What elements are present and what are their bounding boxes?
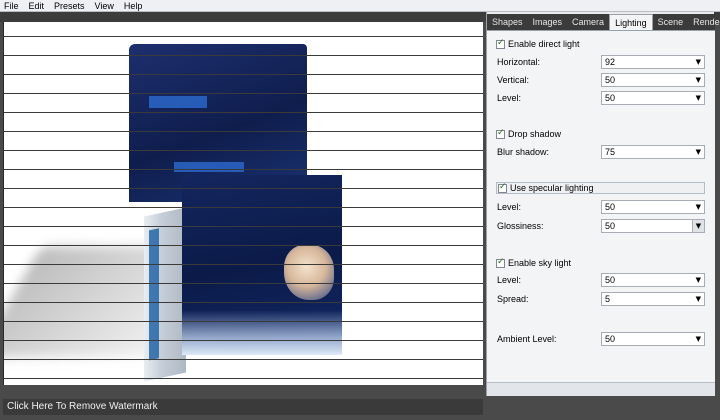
canvas-stripe-line bbox=[4, 36, 483, 37]
panel-tabs: Shapes Images Camera Lighting Scene Rend… bbox=[487, 14, 720, 30]
canvas-bottom-strip bbox=[0, 385, 486, 399]
menu-view[interactable]: View bbox=[95, 0, 114, 12]
dropdown-arrow-icon: ▼ bbox=[695, 94, 701, 102]
checkbox-check-icon bbox=[498, 182, 507, 193]
glossiness-value: 50 bbox=[605, 221, 616, 231]
render-canvas[interactable] bbox=[3, 22, 483, 385]
canvas-stripe-line bbox=[4, 74, 483, 75]
canvas-stripe-line bbox=[4, 321, 483, 322]
canvas-stripe-line bbox=[4, 93, 483, 94]
ambient-level-select[interactable]: 50 ▼ bbox=[601, 332, 705, 346]
vertical-value: 50 bbox=[605, 75, 616, 85]
canvas-stripe-line bbox=[4, 378, 483, 379]
canvas-stripe-line bbox=[4, 283, 483, 284]
horizontal-label: Horizontal: bbox=[497, 57, 541, 67]
specular-level-select[interactable]: 50 ▼ bbox=[601, 200, 705, 214]
canvas-stripe-line bbox=[4, 302, 483, 303]
canvas-stripe-line bbox=[4, 112, 483, 113]
glossiness-select[interactable]: 50 ▼ bbox=[601, 219, 705, 233]
dropdown-arrow-icon: ▼ bbox=[692, 220, 704, 232]
checkbox-check-icon bbox=[496, 257, 505, 268]
menu-edit[interactable]: Edit bbox=[29, 0, 45, 12]
horizontal-value: 92 bbox=[605, 57, 616, 67]
tab-render[interactable]: Render bbox=[688, 14, 720, 30]
canvas-stripe-line bbox=[4, 150, 483, 151]
menu-presets[interactable]: Presets bbox=[54, 0, 85, 12]
drop-shadow-checkbox[interactable]: Drop shadow bbox=[496, 128, 562, 139]
specular-level-label: Level: bbox=[497, 202, 522, 212]
checkbox-check-icon bbox=[496, 128, 505, 139]
tab-images[interactable]: Images bbox=[528, 14, 568, 30]
sky-level-value: 50 bbox=[605, 275, 616, 285]
canvas-stripe-line bbox=[4, 359, 483, 360]
blur-shadow-value: 75 bbox=[605, 147, 616, 157]
dropdown-arrow-icon: ▼ bbox=[695, 76, 701, 84]
canvas-stripe-line bbox=[4, 55, 483, 56]
direct-level-label: Level: bbox=[497, 93, 522, 103]
box-label-streak bbox=[174, 162, 244, 172]
direct-light-checkbox[interactable]: Enable direct light bbox=[496, 38, 580, 49]
tab-camera[interactable]: Camera bbox=[567, 14, 609, 30]
sky-light-checkbox[interactable]: Enable sky light bbox=[496, 257, 572, 268]
tab-scene[interactable]: Scene bbox=[653, 14, 689, 30]
glossiness-label: Glossiness: bbox=[497, 221, 544, 231]
menu-bar: File Edit Presets View Help bbox=[0, 0, 720, 12]
horizontal-select[interactable]: 92 ▼ bbox=[601, 55, 705, 69]
box-label-streak bbox=[149, 96, 207, 108]
dropdown-arrow-icon: ▼ bbox=[695, 58, 701, 66]
menu-file[interactable]: File bbox=[4, 0, 19, 12]
canvas-stripe-line bbox=[4, 188, 483, 189]
canvas-stripe-line bbox=[4, 340, 483, 341]
lighting-tab-body: Enable direct light Horizontal: 92 ▼ Ver… bbox=[487, 30, 715, 396]
canvas-stripe-line bbox=[4, 169, 483, 170]
blur-shadow-label: Blur shadow: bbox=[497, 147, 550, 157]
sky-level-label: Level: bbox=[497, 275, 522, 285]
tab-lighting[interactable]: Lighting bbox=[609, 14, 653, 30]
sky-level-select[interactable]: 50 ▼ bbox=[601, 273, 705, 287]
box-side-panel bbox=[144, 207, 186, 382]
blur-shadow-select[interactable]: 75 ▼ bbox=[601, 145, 705, 159]
specular-level-value: 50 bbox=[605, 202, 616, 212]
settings-panel: Shapes Images Camera Lighting Scene Rend… bbox=[486, 12, 720, 396]
canvas-stripe-line bbox=[4, 131, 483, 132]
canvas-stripe-line bbox=[4, 264, 483, 265]
dropdown-arrow-icon: ▼ bbox=[695, 335, 701, 343]
vertical-select[interactable]: 50 ▼ bbox=[601, 73, 705, 87]
vertical-label: Vertical: bbox=[497, 75, 530, 85]
box-foam-graphic bbox=[182, 310, 342, 355]
spread-label: Spread: bbox=[497, 294, 529, 304]
direct-level-select[interactable]: 50 ▼ bbox=[601, 91, 705, 105]
panel-footer bbox=[487, 382, 715, 396]
ambient-level-value: 50 bbox=[605, 334, 616, 344]
spread-select[interactable]: 5 ▼ bbox=[601, 292, 705, 306]
remove-watermark-link[interactable]: Click Here To Remove Watermark bbox=[3, 399, 483, 415]
drop-shadow-label: Drop shadow bbox=[508, 129, 562, 139]
box-front-panel bbox=[182, 175, 342, 355]
dropdown-arrow-icon: ▼ bbox=[695, 295, 701, 303]
specular-label: Use specular lighting bbox=[510, 183, 594, 193]
checkbox-check-icon bbox=[496, 38, 505, 49]
box-portrait-image bbox=[284, 245, 334, 300]
sky-light-label: Enable sky light bbox=[508, 258, 572, 268]
specular-checkbox[interactable]: Use specular lighting bbox=[498, 182, 594, 193]
dropdown-arrow-icon: ▼ bbox=[695, 148, 701, 156]
direct-light-label: Enable direct light bbox=[508, 39, 580, 49]
canvas-stripe-line bbox=[4, 245, 483, 246]
dropdown-arrow-icon: ▼ bbox=[695, 203, 701, 211]
direct-level-value: 50 bbox=[605, 93, 616, 103]
spread-value: 5 bbox=[605, 294, 611, 304]
canvas-stripe-line bbox=[4, 226, 483, 227]
ambient-level-label: Ambient Level: bbox=[497, 334, 557, 344]
tab-shapes[interactable]: Shapes bbox=[487, 14, 528, 30]
canvas-stripe-line bbox=[4, 207, 483, 208]
menu-help[interactable]: Help bbox=[124, 0, 143, 12]
dropdown-arrow-icon: ▼ bbox=[695, 276, 701, 284]
